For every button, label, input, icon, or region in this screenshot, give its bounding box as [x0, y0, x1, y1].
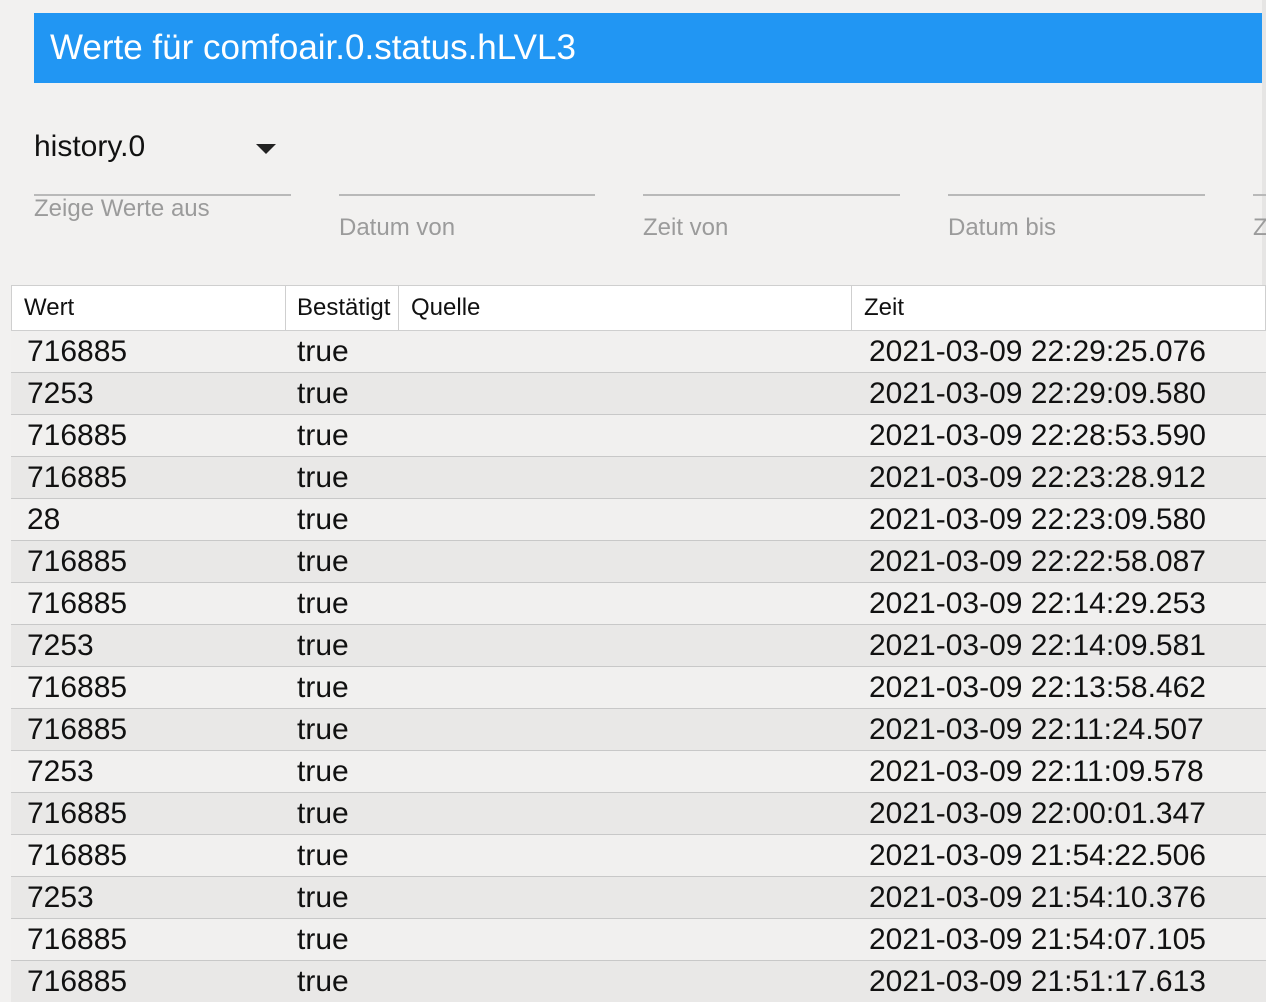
table-row[interactable]: 716885 true 2021-03-09 21:54:07.105 — [11, 919, 1266, 961]
cell-zeit: 2021-03-09 22:29:25.076 — [869, 335, 1206, 368]
cell-zeit: 2021-03-09 22:11:24.507 — [869, 713, 1204, 746]
cell-zeit: 2021-03-09 22:14:09.581 — [869, 629, 1206, 662]
time-to-label: Z — [1253, 214, 1266, 240]
table-row[interactable]: 716885 true 2021-03-09 22:29:25.076 — [11, 331, 1266, 373]
cell-bestaetigt: true — [297, 839, 349, 872]
table-row[interactable]: 7253 true 2021-03-09 22:29:09.580 — [11, 373, 1266, 415]
cell-wert: 716885 — [27, 419, 128, 452]
table-row[interactable]: 716885 true 2021-03-09 22:23:28.912 — [11, 457, 1266, 499]
cell-wert: 716885 — [27, 587, 128, 620]
dialog-title: Werte für comfoair.0.status.hLVL3 — [34, 13, 1266, 83]
cell-zeit: 2021-03-09 22:00:01.347 — [869, 797, 1206, 830]
cell-wert: 7253 — [27, 881, 94, 914]
time-to-underline — [1253, 194, 1266, 196]
table-row[interactable]: 716885 true 2021-03-09 22:11:24.507 — [11, 709, 1266, 751]
table-row[interactable]: 7253 true 2021-03-09 22:11:09.578 — [11, 751, 1266, 793]
table-body: 716885 true 2021-03-09 22:29:25.076 7253 tru… — [11, 331, 1266, 1002]
table-row[interactable]: 716885 true 2021-03-09 22:22:58.087 — [11, 541, 1266, 583]
date-to-label: Datum bis — [948, 214, 1057, 241]
instance-select[interactable]: history.0 Zeige Werte aus — [34, 120, 291, 240]
column-header-wert[interactable]: Wert — [12, 286, 286, 330]
cell-wert: 716885 — [27, 545, 128, 578]
cell-wert: 7253 — [27, 377, 94, 410]
cell-zeit: 2021-03-09 22:29:09.580 — [869, 377, 1206, 410]
instance-select-label: Zeige Werte aus — [34, 195, 210, 222]
table-row[interactable]: 7253 true 2021-03-09 21:54:10.376 — [11, 877, 1266, 919]
cell-bestaetigt: true — [297, 629, 349, 662]
time-from-underline — [643, 194, 900, 196]
table-row[interactable]: 716885 true 2021-03-09 22:13:58.462 — [11, 667, 1266, 709]
time-from-field[interactable]: Zeit von — [643, 120, 900, 241]
cell-bestaetigt: true — [297, 965, 349, 998]
cell-wert: 716885 — [27, 671, 128, 704]
cell-wert: 716885 — [27, 713, 128, 746]
table-row[interactable]: 28 true 2021-03-09 22:23:09.580 — [11, 499, 1266, 541]
time-to-field[interactable]: Z — [1253, 120, 1266, 240]
date-to-field[interactable]: Datum bis — [948, 120, 1205, 241]
cell-bestaetigt: true — [297, 461, 349, 494]
cell-wert: 7253 — [27, 629, 94, 662]
cell-zeit: 2021-03-09 22:23:28.912 — [869, 461, 1206, 494]
caret-down-icon[interactable] — [256, 144, 276, 154]
cell-wert: 716885 — [27, 839, 128, 872]
date-to-underline — [948, 194, 1205, 196]
cell-zeit: 2021-03-09 21:54:10.376 — [869, 881, 1206, 914]
table-row[interactable]: 716885 true 2021-03-09 21:54:22.506 — [11, 835, 1266, 877]
cell-bestaetigt: true — [297, 713, 349, 746]
table-row[interactable]: 716885 true 2021-03-09 22:28:53.590 — [11, 415, 1266, 457]
history-table: Wert Bestätigt Quelle Zeit 716885 true 202… — [11, 285, 1266, 1002]
cell-bestaetigt: true — [297, 335, 349, 368]
cell-zeit: 2021-03-09 21:54:07.105 — [869, 923, 1206, 956]
cell-zeit: 2021-03-09 21:51:17.613 — [869, 965, 1206, 998]
column-header-quelle[interactable]: Quelle — [399, 286, 852, 330]
cell-bestaetigt: true — [297, 923, 349, 956]
cell-bestaetigt: true — [297, 755, 349, 788]
cell-zeit: 2021-03-09 22:23:09.580 — [869, 503, 1206, 536]
table-row[interactable]: 7253 true 2021-03-09 22:14:09.581 — [11, 625, 1266, 667]
cell-wert: 716885 — [27, 461, 128, 494]
history-dialog: Werte für comfoair.0.status.hLVL3 histor… — [0, 0, 1266, 1002]
cell-wert: 716885 — [27, 923, 128, 956]
cell-zeit: 2021-03-09 22:11:09.578 — [869, 755, 1204, 788]
cell-zeit: 2021-03-09 22:14:29.253 — [869, 587, 1206, 620]
table-row[interactable]: 716885 true 2021-03-09 21:51:17.613 — [11, 961, 1266, 1002]
date-from-label: Datum von — [339, 214, 456, 241]
cell-wert: 7253 — [27, 755, 94, 788]
column-header-zeit[interactable]: Zeit — [852, 286, 1266, 330]
cell-wert: 716885 — [27, 965, 128, 998]
cell-wert: 28 — [27, 503, 61, 536]
cell-bestaetigt: true — [297, 419, 349, 452]
cell-bestaetigt: true — [297, 545, 349, 578]
table-header: Wert Bestätigt Quelle Zeit — [11, 285, 1266, 331]
cell-zeit: 2021-03-09 22:13:58.462 — [869, 671, 1206, 704]
table-row[interactable]: 716885 true 2021-03-09 22:14:29.253 — [11, 583, 1266, 625]
cell-bestaetigt: true — [297, 797, 349, 830]
column-header-bestaetigt[interactable]: Bestätigt — [286, 286, 399, 330]
cell-zeit: 2021-03-09 21:54:22.506 — [869, 839, 1206, 872]
instance-select-value[interactable]: history.0 — [34, 130, 145, 164]
cell-bestaetigt: true — [297, 671, 349, 704]
cell-bestaetigt: true — [297, 503, 349, 536]
cell-wert: 716885 — [27, 335, 128, 368]
cell-bestaetigt: true — [297, 881, 349, 914]
time-from-label: Zeit von — [643, 214, 729, 241]
table-row[interactable]: 716885 true 2021-03-09 22:00:01.347 — [11, 793, 1266, 835]
cell-bestaetigt: true — [297, 377, 349, 410]
cell-zeit: 2021-03-09 22:28:53.590 — [869, 419, 1206, 452]
cell-bestaetigt: true — [297, 587, 349, 620]
cell-wert: 716885 — [27, 797, 128, 830]
date-from-underline — [339, 194, 595, 196]
cell-zeit: 2021-03-09 22:22:58.087 — [869, 545, 1206, 578]
date-from-field[interactable]: Datum von — [339, 120, 595, 241]
